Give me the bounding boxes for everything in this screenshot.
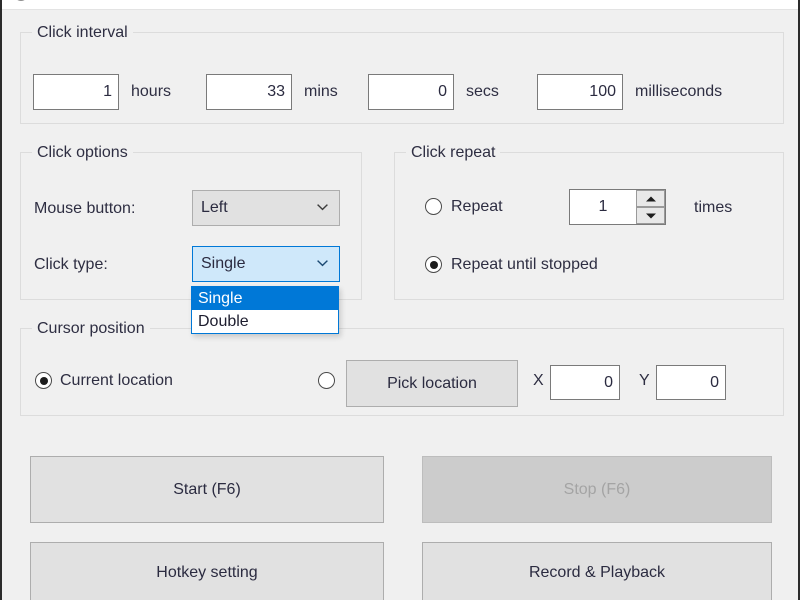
stepper-down-button[interactable] (636, 207, 665, 224)
app-circle-icon (14, 0, 28, 1)
record-playback-button[interactable]: Record & Playback (422, 542, 772, 600)
mouse-button-label: Mouse button: (34, 200, 135, 218)
repeat-until-stopped-radio[interactable] (425, 256, 442, 273)
close-icon: ✕ (748, 0, 794, 8)
times-label: times (694, 199, 732, 217)
repeat-until-stopped-label[interactable]: Repeat until stopped (451, 256, 598, 274)
x-label: X (533, 372, 544, 390)
mins-label: mins (304, 83, 338, 101)
click-type-dropdown-list[interactable]: Single Double (191, 286, 339, 334)
minimize-button[interactable] (682, 0, 728, 8)
arrow-up-icon (646, 196, 656, 201)
click-interval-legend: Click interval (32, 24, 133, 42)
hotkey-setting-button[interactable]: Hotkey setting (30, 542, 384, 600)
current-location-radio[interactable] (35, 372, 52, 389)
arrow-down-icon (646, 213, 656, 218)
stepper-up-button[interactable] (636, 190, 665, 207)
milliseconds-label: milliseconds (635, 83, 722, 101)
repeat-radio[interactable] (425, 198, 442, 215)
click-type-combobox[interactable]: Single (192, 246, 340, 282)
hours-input[interactable] (33, 74, 119, 110)
hours-label: hours (131, 83, 171, 101)
click-repeat-group: Click repeat Repeat Repeat until stopped… (394, 152, 784, 300)
milliseconds-input[interactable] (537, 74, 623, 110)
y-label: Y (639, 372, 650, 390)
app-window: GS Auto Clicker 3.0 ✕ Click interval hou… (0, 0, 800, 600)
secs-label: secs (466, 83, 499, 101)
repeat-radio-label[interactable]: Repeat (451, 198, 503, 216)
pick-location-radio[interactable] (318, 372, 335, 389)
click-repeat-legend: Click repeat (406, 144, 500, 162)
click-options-group: Click options Mouse button: Left Click t… (20, 152, 362, 300)
secs-input[interactable] (368, 74, 454, 110)
repeat-count-input[interactable] (570, 190, 636, 224)
repeat-count-stepper[interactable] (569, 189, 666, 225)
current-location-label[interactable]: Current location (60, 372, 173, 390)
y-input[interactable] (656, 365, 726, 400)
chevron-down-icon (317, 260, 328, 267)
window-title: GS Auto Clicker 3.0 (38, 0, 160, 1)
chevron-down-icon (317, 204, 328, 211)
mouse-button-value: Left (201, 199, 228, 217)
mouse-button-combobox[interactable]: Left (192, 190, 340, 226)
close-button[interactable]: ✕ (748, 0, 794, 8)
dropdown-option-double[interactable]: Double (192, 310, 338, 333)
title-bar: GS Auto Clicker 3.0 ✕ (2, 0, 798, 10)
mins-input[interactable] (206, 74, 292, 110)
click-type-value: Single (201, 255, 245, 273)
start-button[interactable]: Start (F6) (30, 456, 384, 523)
x-input[interactable] (550, 365, 620, 400)
click-type-label: Click type: (34, 256, 108, 274)
click-interval-group: Click interval hours mins secs milliseco… (20, 32, 784, 124)
click-options-legend: Click options (32, 144, 133, 162)
dropdown-option-single[interactable]: Single (192, 287, 338, 310)
stop-button: Stop (F6) (422, 456, 772, 523)
pick-location-button[interactable]: Pick location (346, 360, 518, 407)
cursor-position-legend: Cursor position (32, 320, 150, 338)
